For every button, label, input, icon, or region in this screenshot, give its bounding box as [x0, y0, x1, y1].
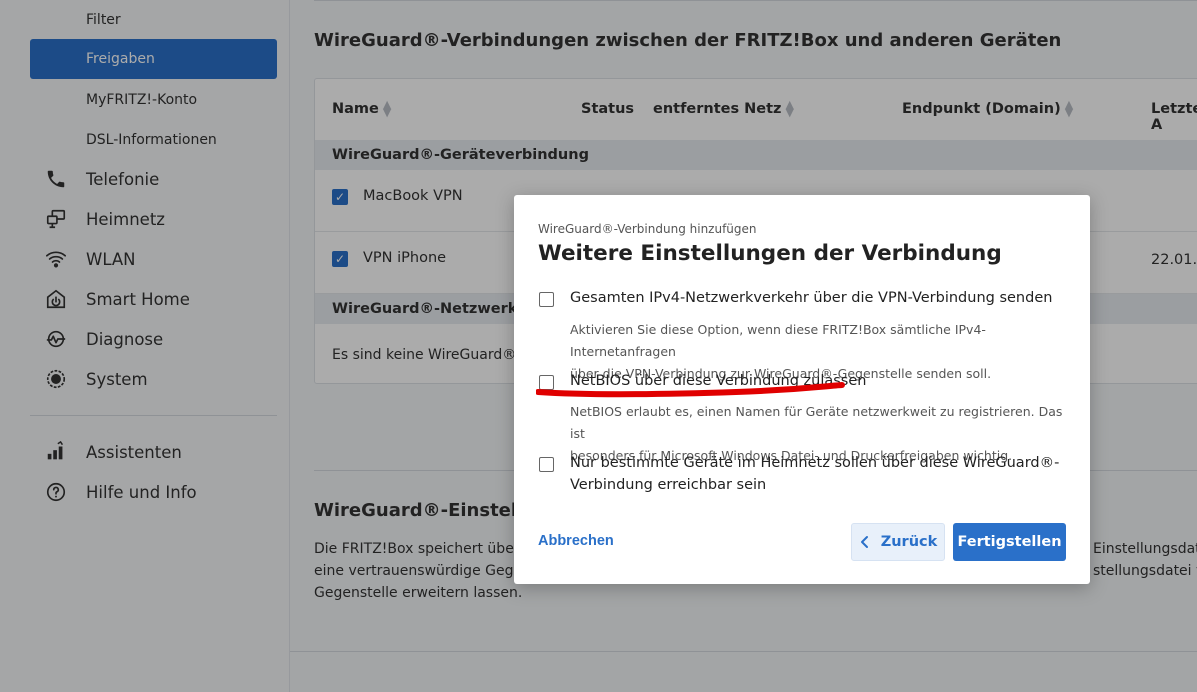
ipv4-traffic-label[interactable]: Gesamten IPv4-Netzwerkverkehr über die V…	[570, 287, 1052, 309]
label-line: Verbindung erreichbar sein	[570, 477, 767, 493]
chevron-left-icon	[860, 536, 868, 548]
cancel-button[interactable]: Abbrechen	[538, 533, 614, 549]
help-line: Aktivieren Sie diese Option, wenn diese …	[570, 322, 986, 359]
dialog-title: Weitere Einstellungen der Verbindung	[538, 241, 1002, 266]
ipv4-traffic-checkbox[interactable]	[539, 292, 554, 307]
specific-devices-checkbox[interactable]	[539, 457, 554, 472]
help-line: NetBIOS erlaubt es, einen Namen für Gerä…	[570, 404, 1063, 441]
back-button[interactable]: Zurück	[851, 523, 945, 561]
red-underline-annotation	[536, 382, 845, 398]
finish-button[interactable]: Fertigstellen	[953, 523, 1066, 561]
specific-devices-label[interactable]: Nur bestimmte Geräte im Heimnetz sollen …	[570, 452, 1059, 496]
back-button-label: Zurück	[880, 534, 938, 550]
dialog-subtitle: WireGuard®-Verbindung hinzufügen	[538, 222, 757, 236]
label-line: Nur bestimmte Geräte im Heimnetz sollen …	[570, 455, 1060, 471]
